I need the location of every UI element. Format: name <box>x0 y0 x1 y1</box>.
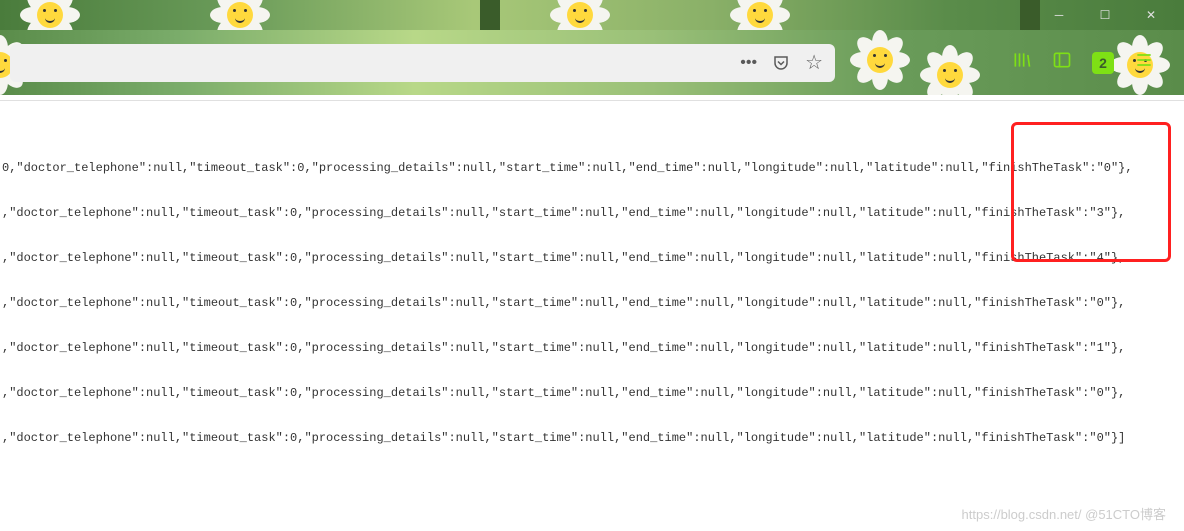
bookmark-star-icon[interactable]: ☆ <box>805 50 823 75</box>
window-controls: ─ ☐ ✕ <box>1036 0 1174 30</box>
watermark: https://blog.csdn.net/ @51CTO博客 <box>962 504 1166 523</box>
sidebar-icon[interactable] <box>1052 50 1072 76</box>
page-content: 0,"doctor_telephone":null,"timeout_task"… <box>0 101 1184 531</box>
minimize-button[interactable]: ─ <box>1036 0 1082 30</box>
pocket-icon[interactable] <box>772 54 790 72</box>
browser-right-icons: 2 <box>1012 50 1154 76</box>
maximize-button[interactable]: ☐ <box>1082 0 1128 30</box>
json-line: ,"doctor_telephone":null,"timeout_task":… <box>2 431 1184 446</box>
url-bar[interactable]: ••• ☆ <box>10 44 835 82</box>
menu-icon[interactable] <box>1134 50 1154 76</box>
extension-badge-icon[interactable]: 2 <box>1092 52 1114 74</box>
json-line: ,"doctor_telephone":null,"timeout_task":… <box>2 386 1184 401</box>
json-line: ,"doctor_telephone":null,"timeout_task":… <box>2 251 1184 266</box>
browser-toolbar: ••• ☆ 2 <box>0 30 1184 95</box>
close-button[interactable]: ✕ <box>1128 0 1174 30</box>
more-icon[interactable]: ••• <box>740 54 757 72</box>
library-icon[interactable] <box>1012 50 1032 76</box>
window-titlebar: ─ ☐ ✕ <box>0 0 1184 30</box>
json-output: 0,"doctor_telephone":null,"timeout_task"… <box>0 131 1184 476</box>
json-line: ,"doctor_telephone":null,"timeout_task":… <box>2 206 1184 221</box>
json-line: ,"doctor_telephone":null,"timeout_task":… <box>2 296 1184 311</box>
json-line: 0,"doctor_telephone":null,"timeout_task"… <box>2 161 1184 176</box>
json-line: ,"doctor_telephone":null,"timeout_task":… <box>2 341 1184 356</box>
